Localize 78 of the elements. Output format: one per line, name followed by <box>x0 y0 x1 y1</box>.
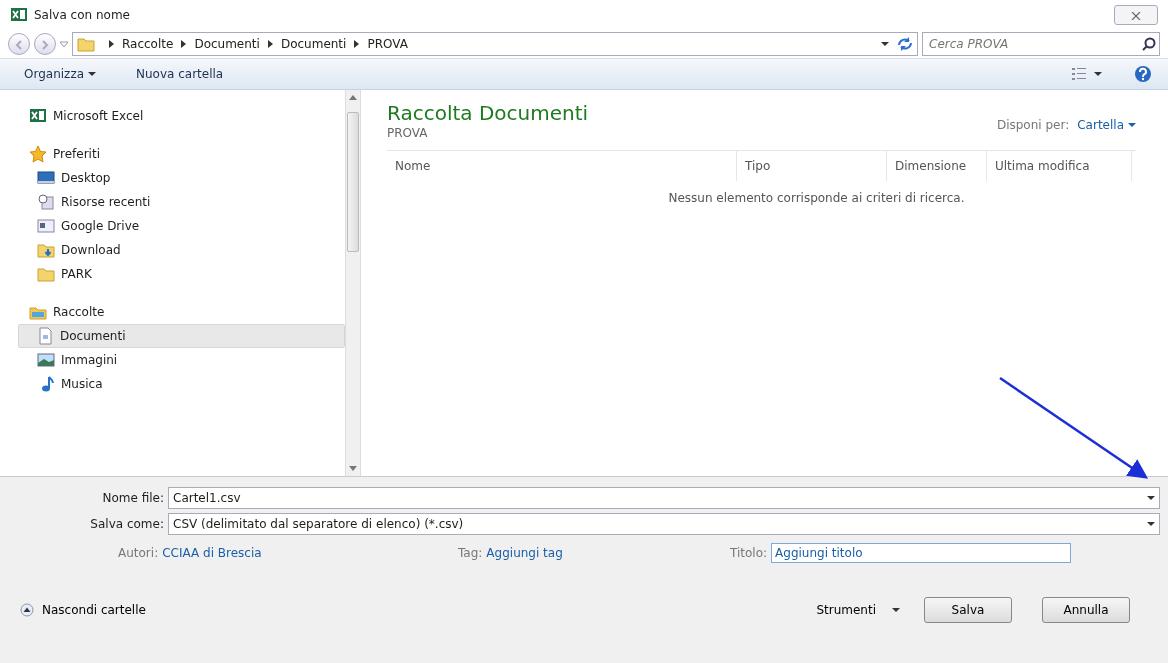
dropdown-caret-icon <box>1147 494 1155 502</box>
tags-link[interactable]: Aggiungi tag <box>486 544 563 562</box>
column-header[interactable]: Nome <box>387 151 737 181</box>
chevron-icon <box>109 40 114 48</box>
excel-icon <box>10 6 28 24</box>
chevron-icon <box>267 40 273 48</box>
field-label: Titolo: <box>730 545 768 562</box>
tools-dropdown[interactable]: Strumenti <box>816 601 900 619</box>
scroll-down-icon[interactable] <box>349 466 357 472</box>
sidebar-item[interactable]: Musica <box>0 372 345 396</box>
field-label: Tag: <box>458 545 483 562</box>
list-view-icon <box>1072 68 1086 80</box>
breadcrumb-link[interactable]: Raccolte <box>122 35 174 53</box>
folder-icon <box>37 265 55 283</box>
caret-icon <box>1128 121 1136 129</box>
sidebar-item[interactable]: Microsoft Excel <box>0 104 345 128</box>
star-icon <box>29 145 47 163</box>
document-clock-icon <box>37 193 55 211</box>
sidebar-item[interactable]: Raccolte <box>0 300 345 324</box>
field-label: Nome file: <box>101 490 165 507</box>
caret-icon <box>1094 70 1102 78</box>
sidebar-item[interactable]: Immagini <box>0 348 345 372</box>
dropdown-caret-icon <box>1147 520 1155 528</box>
column-header[interactable]: Dimensione <box>887 151 987 181</box>
chevron-icon <box>181 40 187 48</box>
title-field[interactable]: Aggiungi titolo <box>771 543 1072 563</box>
field-label: Autori: <box>118 545 159 562</box>
scroll-up-icon[interactable] <box>349 94 357 100</box>
folder-arrow-icon <box>37 241 55 259</box>
help-icon[interactable] <box>1134 65 1152 83</box>
sidebar-item[interactable]: PARK <box>0 262 345 286</box>
file-name-field[interactable]: Cartel1.csv <box>168 487 1160 509</box>
monitor-icon <box>37 169 55 187</box>
dropdown-caret-icon[interactable] <box>881 40 889 48</box>
toolbar-button[interactable]: Organizza <box>16 63 105 85</box>
toolbar-button[interactable]: Nuova cartella <box>128 63 232 85</box>
folder-icon <box>77 35 95 53</box>
breadcrumb-link[interactable]: PROVA <box>367 35 408 53</box>
authors-link[interactable]: CCIAA di Brescia <box>162 544 262 562</box>
arrange-label: Disponi per: <box>996 117 1070 134</box>
sidebar-item[interactable]: Preferiti <box>0 142 345 166</box>
forward-button[interactable] <box>34 33 56 55</box>
scrollbar-thumb[interactable] <box>347 112 359 252</box>
sidebar-item[interactable]: Risorse recenti <box>0 190 345 214</box>
excel-icon <box>29 107 47 125</box>
empty-message: Nessun elemento corrisponde ai criteri di ricerca. <box>667 190 966 207</box>
refresh-icon[interactable] <box>897 36 913 52</box>
close-icon <box>1131 11 1141 20</box>
hide-folders-button[interactable]: Nascondi cartelle <box>20 601 146 619</box>
chevron-icon <box>354 40 360 48</box>
library-title: Raccolta Documenti <box>387 102 589 124</box>
close-button[interactable] <box>1114 5 1158 25</box>
save-button[interactable]: Salva <box>924 597 1012 623</box>
window-title: Salva con nome <box>34 7 130 24</box>
cancel-button[interactable]: Annulla <box>1042 597 1130 623</box>
document-icon <box>36 327 54 345</box>
search-icon[interactable] <box>1142 37 1156 51</box>
sidebar-item[interactable]: Google Drive <box>0 214 345 238</box>
address-field[interactable]: Raccolte Documenti Documenti PROVA <box>72 32 918 56</box>
field-label: Salva come: <box>89 516 165 533</box>
window-icon <box>37 217 55 235</box>
recent-pages-caret-icon[interactable] <box>60 40 68 48</box>
search-field[interactable]: Cerca PROVA <box>922 32 1160 56</box>
collapse-icon <box>20 603 34 617</box>
back-button[interactable] <box>8 33 30 55</box>
caret-icon <box>892 606 900 614</box>
arrange-dropdown[interactable]: Cartella <box>1077 116 1136 134</box>
sidebar-item[interactable]: Desktop <box>0 166 345 190</box>
sidebar-item[interactable]: Download <box>0 238 345 262</box>
save-type-dropdown[interactable]: CSV (delimitato dal separatore di elenco) (*.csv) <box>168 513 1160 535</box>
folder-subtitle: PROVA <box>387 125 429 142</box>
column-header[interactable]: Tipo <box>737 151 887 181</box>
breadcrumb-link[interactable]: Documenti <box>194 35 260 53</box>
column-header[interactable]: Ultima modifica <box>987 151 1132 181</box>
sidebar-item[interactable]: Documenti <box>18 324 345 348</box>
picture-icon <box>37 351 55 369</box>
scrollbar[interactable] <box>345 90 361 476</box>
breadcrumb-link[interactable]: Documenti <box>280 35 347 53</box>
